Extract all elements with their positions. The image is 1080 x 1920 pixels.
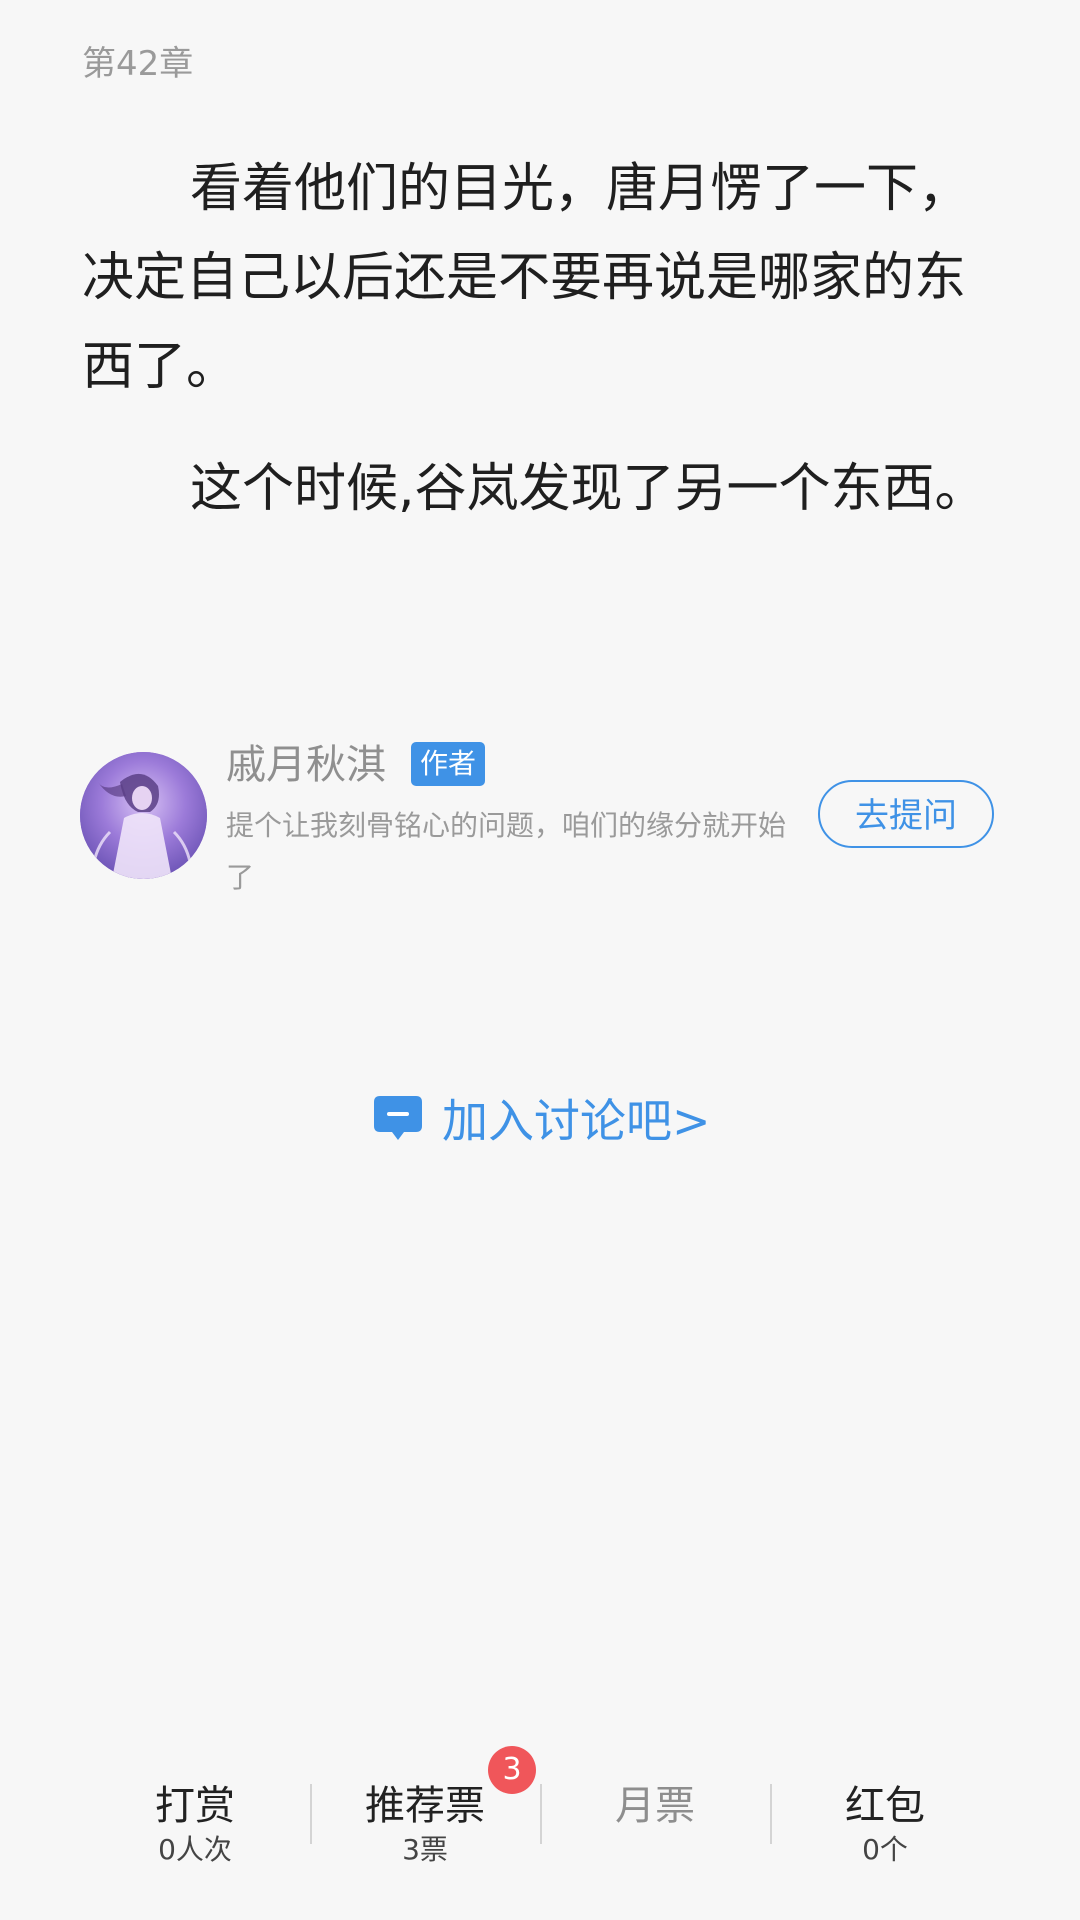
red-packet-label: 红包	[845, 1783, 925, 1829]
recommend-ticket-badge: 3	[488, 1746, 536, 1794]
avatar-image	[80, 752, 207, 879]
chapter-content: 看着他们的目光，唐月愣了一下，决定自己以后还是不要再说是哪家的东西了。 这个时候…	[82, 145, 1002, 534]
tip-count: 0人次	[158, 1833, 232, 1866]
author-avatar[interactable]	[80, 752, 207, 879]
author-name: 戚月秋淇	[226, 742, 386, 788]
author-role-badge: 作者	[411, 742, 486, 786]
reader-page: 第42章 看着他们的目光，唐月愣了一下，决定自己以后还是不要再说是哪家的东西了。…	[0, 0, 1080, 1920]
tip-label: 打赏	[155, 1783, 235, 1829]
tip-button[interactable]: 打赏 0人次	[80, 1768, 310, 1868]
monthly-ticket-label: 月票	[615, 1783, 695, 1829]
join-discussion-label: 加入讨论吧>	[442, 1094, 711, 1148]
content-paragraph: 这个时候,谷岚发现了另一个东西。	[190, 459, 987, 519]
recommend-ticket-count: 3票	[402, 1833, 448, 1866]
chat-bubble-icon	[374, 1096, 422, 1140]
join-discussion-link[interactable]: 加入讨论吧>	[372, 1088, 711, 1148]
bottom-action-bar: 打赏 0人次 推荐票 3票 月票 红包 0个 3	[80, 1746, 1000, 1868]
content-paragraph: 看着他们的目光，唐月愣了一下，决定自己以后还是不要再说是哪家的东西了。	[82, 159, 971, 397]
author-description: 提个让我刻骨铭心的问题，咱们的缘分就开始了	[226, 809, 787, 894]
red-packet-button[interactable]: 红包 0个	[770, 1768, 1000, 1868]
ask-question-button[interactable]: 去提问	[818, 780, 994, 848]
monthly-ticket-button[interactable]: 月票	[540, 1768, 770, 1868]
red-packet-count: 0个	[862, 1833, 908, 1866]
chapter-title: 第42章	[82, 44, 194, 84]
author-card: 戚月秋淇 作者 提个让我刻骨铭心的问题，咱们的缘分就开始了 去提问	[80, 740, 1000, 900]
